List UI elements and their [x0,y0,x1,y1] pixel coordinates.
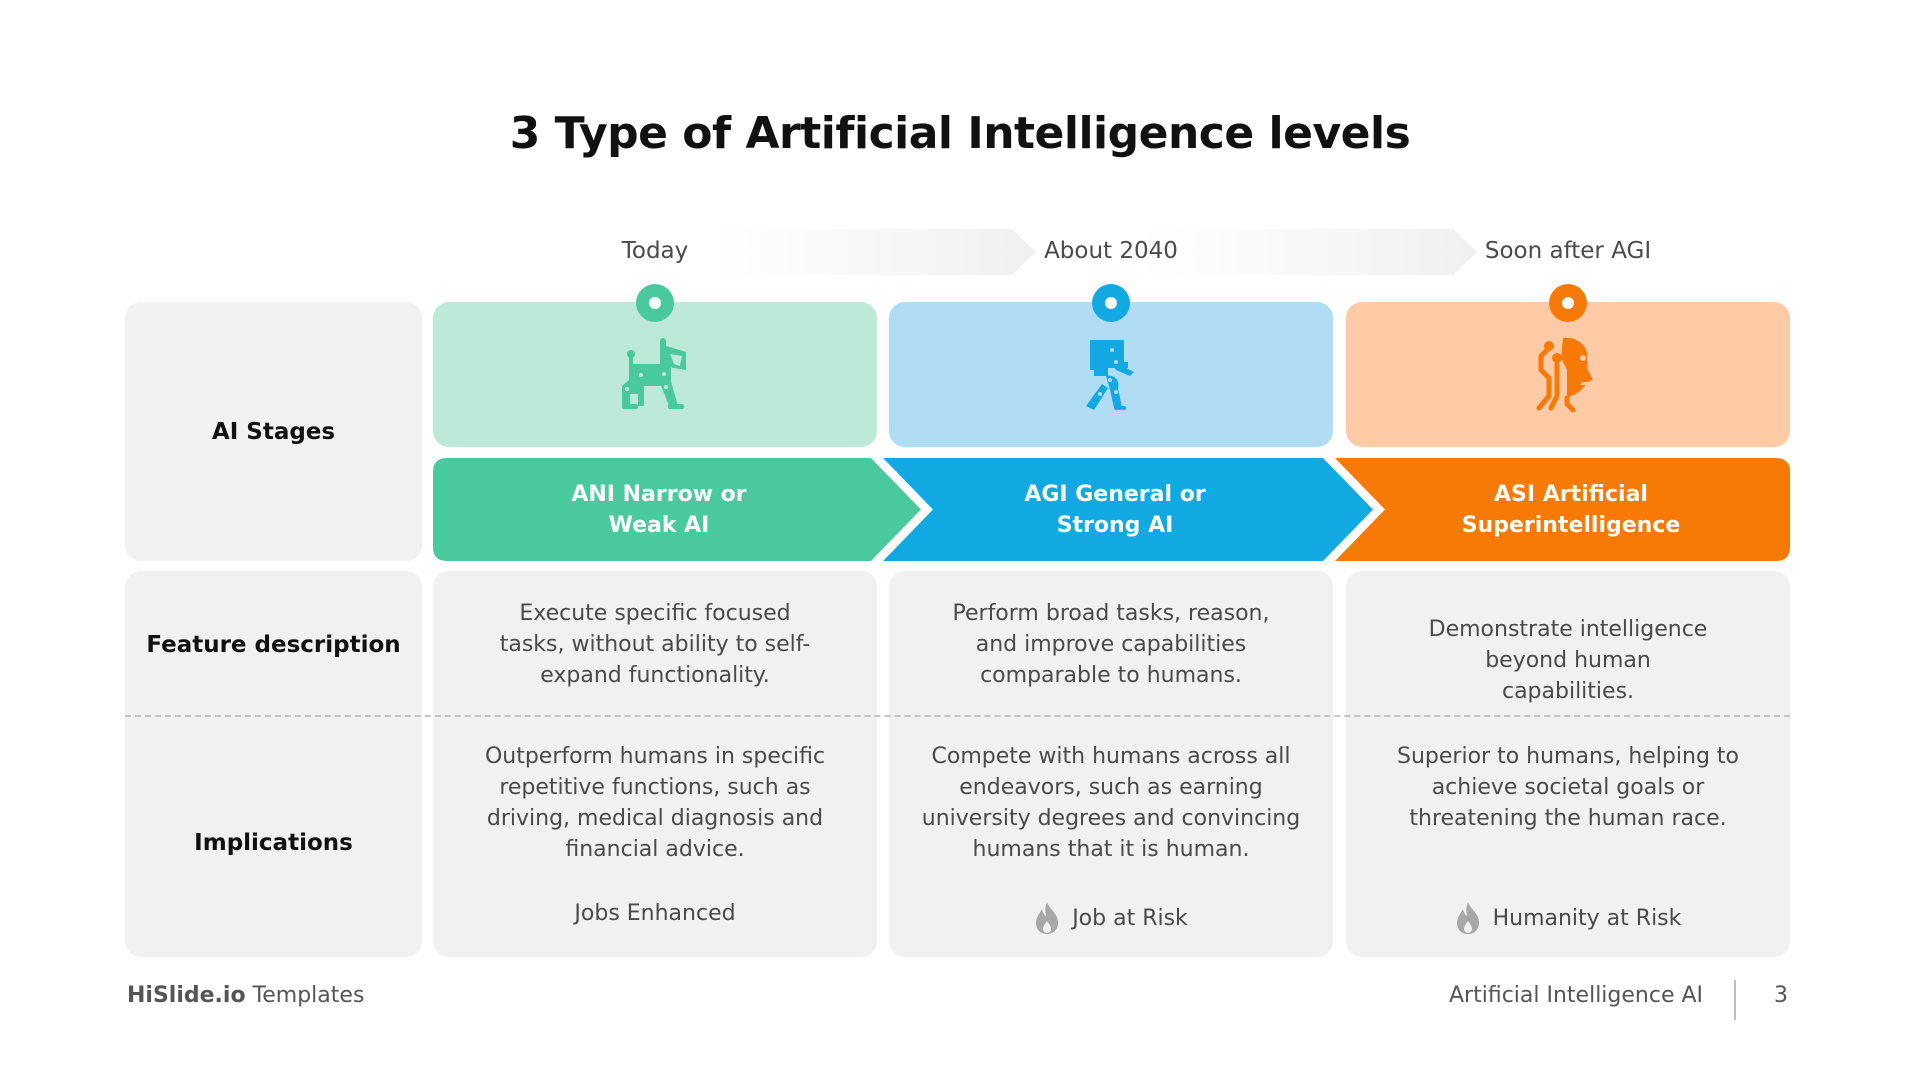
footer-topic: Artificial Intelligence AI [1449,983,1704,1008]
outcome-ani: Jobs Enhanced [433,901,877,926]
robot-dog-icon [622,337,686,409]
footer-brand-bold: HiSlide.io [127,983,246,1008]
outcome-agi: Job at Risk [889,901,1333,935]
fire-icon [1036,902,1059,934]
stage-name-line1: ASI Artificial [1494,481,1648,507]
stage-card-ani [433,302,877,447]
cyborg-head-icon [1536,337,1593,412]
stage-name-ani: ANI Narrow or Weak AI [437,458,881,561]
stage-name-line2: Superintelligence [1461,512,1681,538]
outcome-asi: Humanity at Risk [1346,901,1790,935]
outcome-label: Jobs Enhanced [574,901,736,926]
timeline-label-today: Today [621,238,689,264]
footer-brand: HiSlide.io Templates [127,983,364,1008]
feature-description-ani: Execute specific focused tasks, without … [499,601,811,688]
row-label-implications: Implications [194,830,353,856]
row-label-ai-stages: AI Stages [125,302,422,561]
walking-robot-icon [1086,339,1134,410]
row-label-text: AI Stages [211,418,336,445]
stage-name-line1: ANI Narrow or [571,481,747,507]
fire-icon [1456,902,1479,934]
row-label-feature-description: Feature description [146,632,401,658]
implication-agi: Compete with humans across all endeavors… [921,744,1301,862]
stage-card-agi [889,302,1333,447]
page-number: 3 [1774,983,1788,1008]
stage-name-asi: ASI Artificial Superintelligence [1349,458,1793,561]
outcome-label: Job at Risk [1072,905,1188,931]
row-divider [125,715,1790,717]
implication-ani: Outperform humans in specific repetitive… [484,744,826,862]
slide-title: 3 Type of Artificial Intelligence levels [509,108,1411,159]
timeline-dot-asi [1549,284,1587,322]
feature-description-asi: Demonstrate intelligence beyond human ca… [1428,617,1708,704]
stage-name-line2: Strong AI [1056,512,1174,538]
implication-asi: Superior to humans, helping to achieve s… [1397,744,1739,831]
footer-divider [1734,980,1736,1020]
row-label-column-lower: Feature description Implications [125,571,422,957]
feature-description-agi: Perform broad tasks, reason, and improve… [952,601,1270,688]
stage-name-line1: AGI General or [1024,481,1206,507]
timeline-label-2040: About 2040 [1044,238,1178,264]
stage-name-line2: Weak AI [608,512,710,538]
timeline-dot-ani [636,284,674,322]
timeline-dot-agi [1092,284,1130,322]
footer-brand-rest: Templates [245,983,365,1008]
stage-name-agi: AGI General or Strong AI [893,458,1337,561]
outcome-label: Humanity at Risk [1492,905,1682,931]
stage-card-asi [1346,302,1790,447]
timeline-label-after-agi: Soon after AGI [1484,238,1652,264]
